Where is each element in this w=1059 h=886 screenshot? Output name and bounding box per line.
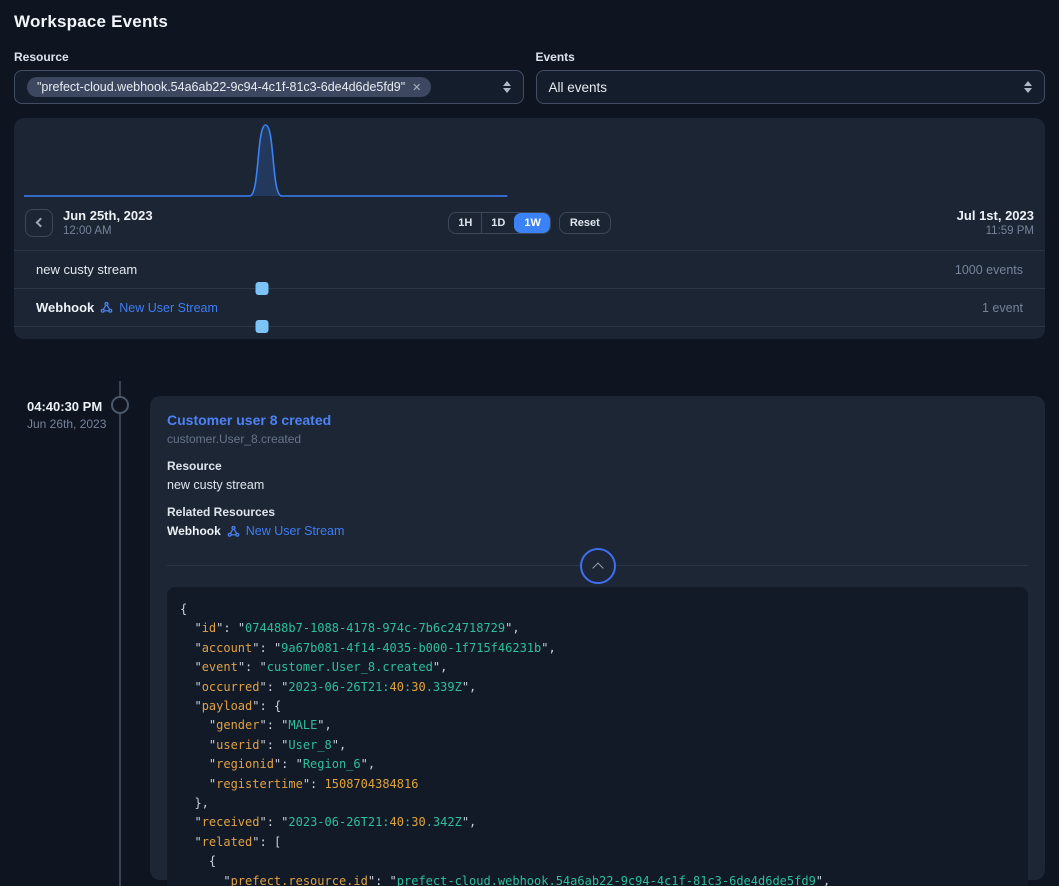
webhook-icon [227,525,240,538]
reset-button[interactable]: Reset [559,212,611,234]
stream-label: new custy stream [36,262,137,277]
resource-field-label: Resource [167,459,1028,473]
related-resource-link[interactable]: New User Stream [246,524,345,538]
related-role: Webhook [167,524,221,538]
resource-filter-label: Resource [14,50,524,64]
related-resources-label: Related Resources [167,505,1028,519]
chevron-left-icon [35,218,45,228]
occurrence-date: Jun 26th, 2023 [27,417,106,431]
chevron-updown-icon [1024,81,1032,93]
range-1d-button[interactable]: 1D [481,213,514,233]
chevron-updown-icon [503,81,511,93]
stream-list: new custy stream 1000 events Webhook New… [14,250,1045,339]
range-1w-button[interactable]: 1W [514,213,550,233]
stream-row-new-custy-stream: new custy stream 1000 events [14,251,1045,289]
stream-event-count: 1 event [982,301,1023,315]
range-start-date: Jun 25th, 2023 [63,208,153,223]
previous-range-button[interactable] [25,209,53,237]
range-end-date: Jul 1st, 2023 [611,208,1034,223]
stream-row-webhook: Webhook New User Stream 1 event [14,289,1045,327]
resource-field-value: new custy stream [167,478,1028,492]
events-filter-label: Events [536,50,1046,64]
page-title: Workspace Events [14,12,1045,32]
events-histogram-chart[interactable] [14,118,1045,202]
range-button-group: 1H 1D 1W [448,212,551,234]
range-end-time: 11:59 PM [611,225,1034,237]
resource-chip-label: "prefect-cloud.webhook.54a6ab22-9c94-4c1… [37,80,405,94]
collapse-button[interactable] [580,548,616,584]
stream-resource-link[interactable]: New User Stream [119,301,218,315]
range-1h-button[interactable]: 1H [449,213,481,233]
event-marker[interactable] [255,320,268,333]
resource-chip: "prefect-cloud.webhook.54a6ab22-9c94-4c1… [27,77,431,97]
event-title-link[interactable]: Customer user 8 created [167,412,1028,428]
events-chart-card: Jun 25th, 2023 12:00 AM 1H 1D 1W Reset J… [14,118,1045,339]
resource-select[interactable]: "prefect-cloud.webhook.54a6ab22-9c94-4c1… [14,70,524,104]
events-select-value: All events [549,80,608,95]
webhook-icon [100,301,113,314]
event-detail-card: Customer user 8 created customer.User_8.… [150,396,1045,880]
stream-event-count: 1000 events [955,263,1023,277]
range-start-time: 12:00 AM [63,225,153,237]
chip-remove-icon[interactable]: ✕ [412,81,421,94]
timeline-line [119,381,121,886]
event-name: customer.User_8.created [167,432,1028,446]
occurrence-time: 04:40:30 PM [27,399,106,414]
stream-role-label: Webhook [36,300,94,315]
event-json-payload[interactable]: { "id": "074488b7-1088-4178-974c-7b6c247… [167,587,1028,886]
events-select[interactable]: All events [536,70,1046,104]
filter-bar: Resource "prefect-cloud.webhook.54a6ab22… [0,50,1059,104]
payload-divider [167,565,1028,566]
timeline-node [111,396,129,414]
chevron-up-icon [592,562,603,573]
chart-controls: Jun 25th, 2023 12:00 AM 1H 1D 1W Reset J… [14,202,1045,237]
occurrence-timeline: 04:40:30 PM Jun 26th, 2023 Customer user… [0,353,1059,886]
